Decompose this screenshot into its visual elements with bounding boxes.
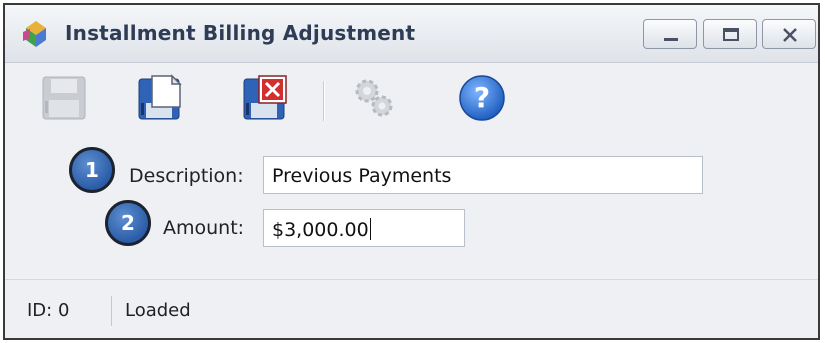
adjustment-form: 1 Description: Previous Payments 2 Amoun… (5, 139, 818, 279)
description-value: Previous Payments (272, 165, 452, 187)
minimize-icon (664, 38, 678, 41)
status-divider (111, 296, 112, 326)
save-and-new-icon[interactable] (136, 73, 186, 123)
amount-label: Amount: (163, 217, 245, 239)
text-caret (369, 218, 371, 240)
toolbar: ? (5, 63, 818, 139)
description-field[interactable]: Previous Payments (263, 156, 703, 194)
close-icon (783, 28, 797, 42)
status-bar: ID: 0 Loaded (5, 279, 818, 338)
save-disk-icon[interactable] (39, 73, 89, 123)
svg-text:?: ? (474, 81, 490, 114)
delete-record-icon[interactable] (241, 73, 291, 123)
step-callout-2: 2 (105, 200, 151, 246)
app-logo-icon (23, 21, 46, 47)
minimize-button[interactable] (643, 19, 697, 49)
record-id-text: ID: 0 (27, 300, 70, 321)
maximize-button[interactable] (703, 19, 757, 49)
amount-value: $3,000.00 (272, 219, 369, 241)
app-window: Installment Billing Adjustment ? 1 Descr… (3, 3, 820, 340)
amount-field[interactable]: $3,000.00 (263, 209, 465, 247)
description-label: Description: (129, 165, 244, 187)
load-status-text: Loaded (125, 300, 191, 321)
close-button[interactable] (762, 19, 816, 49)
toolbar-divider (323, 81, 325, 121)
maximize-icon (723, 28, 739, 41)
step-callout-1: 1 (69, 147, 115, 193)
title-bar[interactable]: Installment Billing Adjustment (5, 5, 818, 63)
help-icon[interactable]: ? (457, 73, 507, 123)
settings-gears-icon[interactable] (349, 73, 399, 123)
window-title: Installment Billing Adjustment (65, 21, 416, 45)
